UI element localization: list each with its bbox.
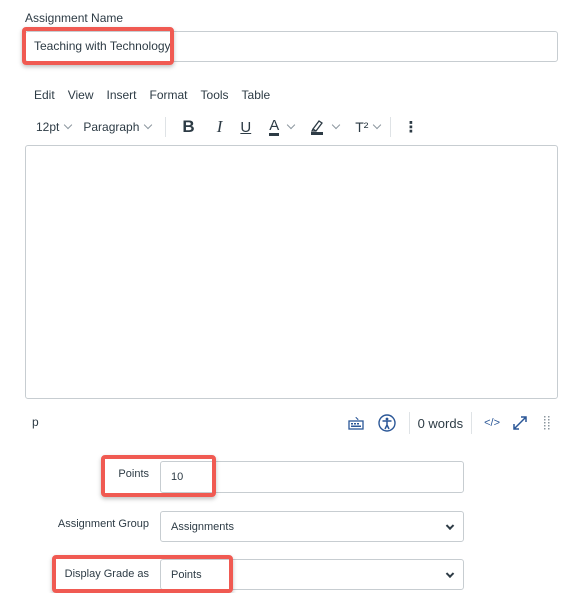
toolbar-divider [165, 117, 167, 137]
fullscreen-button[interactable] [512, 415, 528, 431]
menu-tools[interactable]: Tools [201, 88, 229, 102]
word-count[interactable]: 0 words [418, 416, 464, 431]
editor-menubar: Edit View Insert Format Tools Table [34, 88, 283, 102]
chevron-down-icon [445, 521, 455, 530]
menu-table[interactable]: Table [242, 88, 271, 102]
points-label: Points [118, 468, 149, 480]
chevron-down-icon [373, 120, 382, 130]
chevron-down-icon [64, 120, 73, 130]
resize-handle[interactable] [544, 416, 550, 430]
assignment-name-label: Assignment Name [25, 11, 124, 25]
assignment-group-label: Assignment Group [57, 518, 149, 530]
statusbar-divider [471, 412, 473, 434]
italic-button[interactable]: I [217, 117, 223, 137]
highlighter-icon [311, 120, 324, 135]
display-grade-select[interactable]: Points [160, 559, 464, 590]
statusbar-divider [408, 412, 410, 434]
superscript-icon: T² [355, 119, 369, 135]
assignment-group-value: Assignments [171, 520, 234, 533]
accessibility-icon [377, 414, 396, 432]
rich-content-editor[interactable] [25, 145, 558, 399]
editor-toolbar: 12pt Paragraph B I U A T² ⋮ [36, 116, 436, 138]
editor-statusbar: p 0 words </> [25, 410, 558, 436]
bold-icon: B [182, 117, 195, 136]
menu-format[interactable]: Format [150, 88, 188, 102]
highlight-color-button[interactable] [310, 119, 341, 135]
statusbar-actions: 0 words </> [347, 410, 550, 436]
menu-view[interactable]: View [68, 88, 94, 102]
block-format-value: Paragraph [83, 120, 140, 134]
font-size-dropdown[interactable]: 12pt [36, 120, 73, 134]
chevron-down-icon [286, 120, 296, 130]
keyboard-shortcuts-button[interactable] [347, 416, 364, 430]
text-color-button[interactable]: A [269, 116, 296, 136]
chevron-down-icon [445, 569, 455, 578]
keyboard-icon [347, 416, 364, 430]
menu-insert[interactable]: Insert [106, 88, 136, 102]
drag-handle-icon [544, 416, 550, 430]
menu-edit[interactable]: Edit [34, 88, 55, 102]
assignment-group-select[interactable]: Assignments [160, 511, 464, 542]
display-grade-label: Display Grade as [64, 568, 149, 580]
display-grade-value: Points [171, 568, 202, 581]
element-path[interactable]: p [32, 415, 39, 429]
assignment-name-input[interactable]: Teaching with Technology [25, 31, 558, 62]
accessibility-checker-button[interactable] [377, 414, 396, 432]
chevron-down-icon [144, 120, 153, 130]
bold-button[interactable]: B [182, 117, 194, 137]
underline-button[interactable]: U [240, 119, 251, 136]
expand-icon [513, 416, 527, 430]
more-vertical-icon: ⋮ [403, 119, 419, 136]
chevron-down-icon [331, 120, 341, 130]
italic-icon: I [216, 117, 223, 136]
toolbar-divider [390, 117, 392, 137]
more-button[interactable]: ⋮ [403, 118, 418, 136]
underline-icon: U [240, 118, 252, 136]
html-editor-toggle[interactable]: </> [484, 417, 500, 429]
superscript-button[interactable]: T² [355, 119, 382, 135]
points-input[interactable]: 10 [160, 461, 464, 493]
block-format-dropdown[interactable]: Paragraph [83, 120, 153, 134]
text-color-icon: A [269, 116, 280, 136]
font-size-value: 12pt [36, 120, 60, 134]
